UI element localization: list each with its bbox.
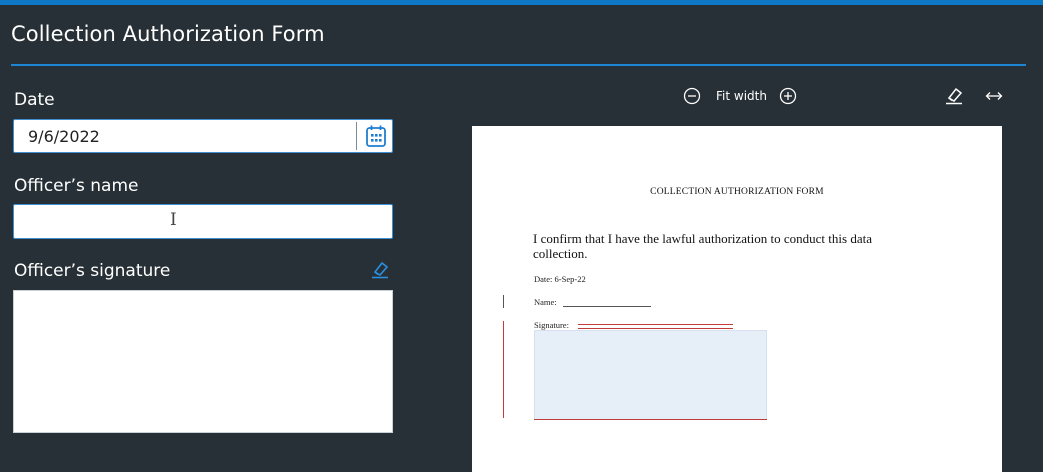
eraser-icon[interactable]: [369, 260, 391, 280]
signature-pad[interactable]: [13, 290, 393, 433]
eraser-icon[interactable]: [943, 86, 965, 110]
date-label: Date: [14, 90, 55, 110]
document-name-line: [563, 306, 651, 307]
date-value: 9/6/2022: [28, 127, 100, 146]
title-divider: [11, 64, 1026, 66]
date-field[interactable]: 9/6/2022: [13, 119, 393, 153]
signature-line-bottom: [578, 328, 733, 329]
minus-circle-icon[interactable]: [683, 87, 701, 109]
change-bar: [503, 295, 504, 308]
officer-name-label: Officer’s name: [14, 176, 139, 196]
horizontal-arrows-icon[interactable]: [984, 88, 1004, 108]
document-confirm-text: I confirm that I have the lawful authori…: [533, 231, 872, 261]
signature-area-underline: [534, 419, 767, 420]
calendar-icon[interactable]: [363, 123, 389, 150]
document-heading: COLLECTION AUTHORIZATION FORM: [650, 187, 824, 197]
plus-circle-icon[interactable]: [779, 87, 797, 109]
document-name-label: Name:: [534, 297, 557, 307]
signature-line-top: [578, 324, 733, 325]
officer-signature-label: Officer’s signature: [14, 261, 171, 281]
text-cursor-icon: I: [170, 210, 177, 230]
date-field-divider: [356, 122, 357, 150]
officer-name-field[interactable]: I: [13, 204, 393, 239]
document-date-line: Date: 6-Sep-22: [534, 274, 586, 284]
top-accent-bar: [0, 0, 1043, 5]
document-preview: COLLECTION AUTHORIZATION FORM I confirm …: [472, 126, 1002, 472]
document-signature-area: [534, 330, 767, 420]
change-bar-red: [503, 321, 504, 418]
page-title: Collection Authorization Form: [11, 22, 325, 46]
fit-width-button[interactable]: Fit width: [716, 89, 767, 103]
document-signature-label: Signature:: [534, 320, 569, 330]
